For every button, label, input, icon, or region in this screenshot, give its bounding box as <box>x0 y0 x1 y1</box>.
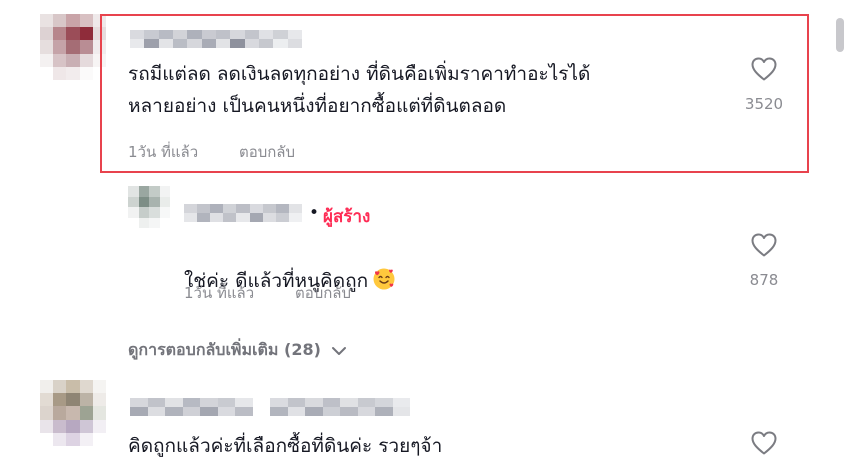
heart-icon[interactable] <box>750 232 778 258</box>
like-count: 3520 <box>744 95 784 113</box>
timestamp: 1วัน ที่แล้ว <box>128 143 199 161</box>
view-more-replies-button[interactable]: ดูการตอบกลับเพิ่มเติม (28) <box>128 338 347 363</box>
reply-meta: 1วัน ที่แล้ว ตอบกลับ <box>184 281 351 305</box>
username[interactable] <box>184 204 302 222</box>
chevron-down-icon <box>331 346 346 355</box>
scrollbar-thumb[interactable] <box>836 18 844 52</box>
heart-icon[interactable] <box>750 56 778 82</box>
emoji-icon <box>373 268 395 290</box>
comment-text: คิดถูกแล้วค่ะที่เลือกซื้อที่ดินค่ะ รวยๆจ… <box>128 435 443 457</box>
heart-icon[interactable] <box>750 430 778 456</box>
creator-badge: ผู้สร้าง <box>323 207 371 227</box>
separator-dot: • <box>309 203 320 223</box>
reply-button[interactable]: ตอบกลับ <box>295 284 351 302</box>
comment-meta: 1วัน ที่แล้ว ตอบกลับ <box>128 140 295 164</box>
avatar[interactable] <box>40 380 106 446</box>
scrollbar-track[interactable] <box>829 0 845 472</box>
view-more-replies-label: ดูการตอบกลับเพิ่มเติม (28) <box>128 340 321 359</box>
comment-text: รถมีแต่ลด ลดเงินลดทุกอย่าง ที่ดินคือเพิ่… <box>128 63 591 117</box>
avatar[interactable] <box>128 186 170 228</box>
timestamp: 1วัน ที่แล้ว <box>184 284 255 302</box>
like-count: 878 <box>749 271 779 289</box>
avatar[interactable] <box>40 14 106 80</box>
reply-button[interactable]: ตอบกลับ <box>239 143 295 161</box>
username[interactable] <box>130 398 410 416</box>
